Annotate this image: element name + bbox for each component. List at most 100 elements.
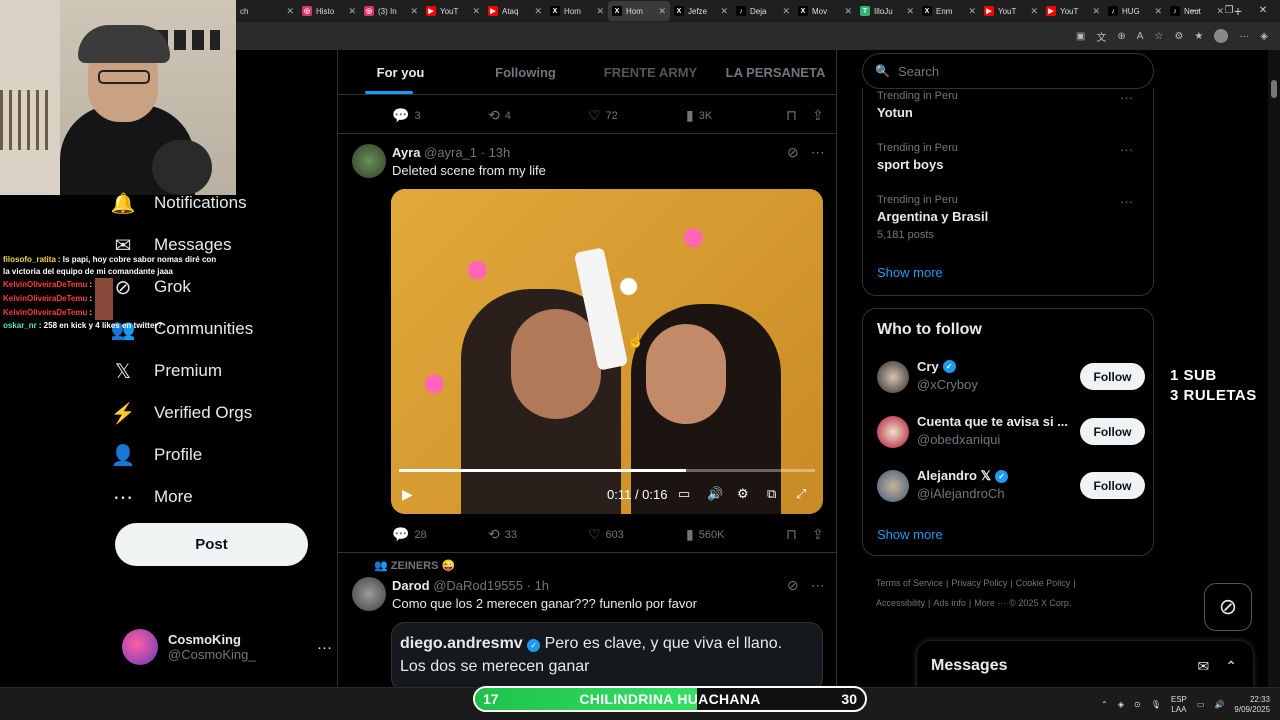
app-tray-icon[interactable]: ⊙ — [1134, 700, 1141, 709]
tab-for-you[interactable]: For you — [338, 50, 463, 94]
favorite-star-icon[interactable]: ☆ — [1154, 31, 1163, 42]
compose-message-icon[interactable]: ✉ — [1198, 658, 1210, 675]
browser-tab[interactable]: ♪ Deja ✕ — [732, 1, 794, 21]
expand-icon[interactable]: ⌃ — [1225, 658, 1237, 675]
play-icon[interactable]: ▶ — [402, 486, 413, 503]
tweet-time[interactable]: · 1h — [527, 578, 549, 593]
close-icon[interactable]: ✕ — [596, 6, 604, 17]
extension-icon[interactable]: ⚙ — [1174, 31, 1183, 42]
browser-tab[interactable]: T IlloJu ✕ — [856, 1, 918, 21]
more-dots-icon[interactable]: ··· — [1120, 90, 1133, 105]
bookmark-button[interactable]: ⊓ — [786, 526, 797, 543]
footer-link[interactable]: Privacy Policy — [951, 578, 1007, 588]
scrollbar[interactable] — [1268, 50, 1280, 687]
trend-item[interactable]: Trending in Peru sport boys ··· — [877, 142, 1141, 172]
sidebar-item-notifications[interactable]: 🔔 Notifications — [110, 186, 247, 220]
more-dots-icon[interactable]: ⋯ — [811, 577, 825, 594]
close-icon[interactable]: ✕ — [844, 6, 852, 17]
close-icon[interactable]: ✕ — [906, 6, 914, 17]
bookmark-button[interactable]: ⊓ — [786, 107, 797, 124]
close-icon[interactable]: ✕ — [410, 6, 418, 17]
monitor-icon[interactable]: ▭ — [1197, 700, 1205, 709]
browser-tab[interactable]: ▶ YouT ✕ — [422, 1, 484, 21]
volume-icon[interactable]: 🔊 — [707, 486, 723, 502]
volume-tray-icon[interactable]: 🔊 — [1214, 700, 1224, 709]
mic-tray-icon[interactable]: 🎙 — [1151, 700, 1161, 709]
app-icon[interactable]: ▣ — [1076, 31, 1085, 42]
grok-fab-icon[interactable]: ⊘ — [1204, 583, 1252, 631]
chevron-up-icon[interactable]: ⌃ — [1101, 700, 1108, 709]
captions-icon[interactable]: ▭ — [678, 486, 690, 502]
browser-tab[interactable]: X Hom ✕ — [546, 1, 608, 21]
trend-item[interactable]: Trending in Peru Yotun ··· — [877, 90, 1141, 120]
tab-following[interactable]: Following — [463, 50, 588, 94]
avatar[interactable] — [877, 416, 909, 448]
show-more-link[interactable]: Show more — [877, 527, 943, 542]
sidebar-item-profile[interactable]: 👤 Profile — [110, 438, 203, 472]
browser-tab[interactable]: ▶ Ataq ✕ — [484, 1, 546, 21]
profile-avatar[interactable] — [1214, 29, 1229, 43]
follow-button[interactable]: Follow — [1080, 418, 1145, 445]
settings-gear-icon[interactable]: ⚙ — [737, 486, 749, 502]
footer-link[interactable]: Accessibility — [876, 598, 925, 608]
translate-icon[interactable]: 文 — [1096, 29, 1106, 44]
browser-tab[interactable]: ♪ HUG ✕ — [1104, 1, 1166, 21]
favorites-icon[interactable]: ★ — [1194, 31, 1203, 42]
close-icon[interactable]: ✕ — [286, 6, 294, 17]
tweet-time[interactable]: · 13h — [481, 145, 511, 160]
more-dots-icon[interactable]: ··· — [1120, 142, 1133, 157]
footer-link[interactable]: © 2025 X Corp. — [1009, 598, 1071, 608]
close-icon[interactable]: ✕ — [782, 6, 790, 17]
scrollbar-thumb[interactable] — [1271, 80, 1277, 98]
picture-in-picture-icon[interactable]: ⧉ — [767, 486, 776, 502]
close-icon[interactable]: ✕ — [720, 6, 728, 17]
tab-frente-army[interactable]: FRENTE ARMY — [588, 50, 713, 94]
clock[interactable]: 22:33 9/09/2025 — [1234, 695, 1270, 715]
zoom-icon[interactable]: ⊕ — [1117, 31, 1125, 42]
share-button[interactable]: ⇪ — [812, 107, 824, 124]
footer-link[interactable]: Terms of Service — [876, 578, 943, 588]
footer-link[interactable]: More ··· — [974, 598, 1006, 608]
grok-icon[interactable]: ⊘ — [787, 144, 799, 161]
like-button[interactable]: ♡ 72 — [588, 107, 618, 124]
more-dots-icon[interactable]: ··· — [1120, 194, 1133, 209]
follow-suggestion[interactable]: Cuenta que te avisa si ... @obedxaniqui … — [877, 414, 1145, 450]
close-icon[interactable]: ✕ — [1030, 6, 1038, 17]
follow-button[interactable]: Follow — [1080, 472, 1145, 499]
browser-tab[interactable]: ◎ Histo ✕ — [298, 1, 360, 21]
minimize-icon[interactable]: — — [1178, 0, 1212, 22]
quoted-tweet[interactable]: diego.andresmv ✓ Pero es clave, y que vi… — [391, 622, 823, 692]
close-icon[interactable]: ✕ — [658, 6, 666, 17]
more-dots-icon[interactable]: ··· — [317, 639, 332, 656]
tab-la-persaneta[interactable]: LA PERSANETA — [713, 50, 836, 94]
fullscreen-icon[interactable]: ⤢ — [796, 486, 806, 502]
video-player[interactable]: ▶ 0:11 / 0:16 ▭ 🔊 ⚙ ⧉ ⤢ — [391, 189, 823, 514]
post-button[interactable]: Post — [115, 523, 308, 566]
language-indicator[interactable]: ESP LAA — [1171, 695, 1187, 715]
read-aloud-icon[interactable]: A — [1137, 31, 1144, 42]
browser-tab[interactable]: X Hom ✕ — [608, 1, 670, 21]
browser-tab[interactable]: ◎ (3) In ✕ — [360, 1, 422, 21]
browser-tab[interactable]: X Jefze ✕ — [670, 1, 732, 21]
footer-link[interactable]: Ads info — [933, 598, 966, 608]
avatar[interactable] — [352, 144, 386, 178]
sidebar-item-premium[interactable]: 𝕏 Premium — [110, 354, 222, 388]
reply-button[interactable]: 💬 28 — [392, 526, 427, 543]
follow-suggestion[interactable]: Cry ✓ @xCryboy Follow — [877, 359, 1145, 395]
like-button[interactable]: ♡ 603 — [588, 526, 624, 543]
close-icon[interactable]: ✕ — [1154, 6, 1162, 17]
copilot-icon[interactable]: ◈ — [1260, 31, 1268, 42]
search-input[interactable] — [897, 63, 1138, 79]
avatar[interactable] — [877, 470, 909, 502]
share-button[interactable]: ⇪ — [812, 526, 824, 543]
account-switcher[interactable]: CosmoKing @CosmoKing_ ··· — [122, 628, 332, 666]
browser-tab[interactable]: ▶ YouT ✕ — [980, 1, 1042, 21]
close-icon[interactable]: ✕ — [472, 6, 480, 17]
sidebar-item-more[interactable]: ⋯ More — [110, 480, 193, 514]
author-name[interactable]: Ayra — [392, 145, 420, 160]
author-handle[interactable]: @DaRod19555 — [433, 578, 523, 593]
author-handle[interactable]: @ayra_1 — [424, 145, 477, 160]
views-button[interactable]: ▮ 560K — [686, 526, 724, 543]
messages-drawer[interactable]: Messages ✉ ⌃ — [917, 641, 1253, 691]
maximize-icon[interactable]: ❐ — [1212, 0, 1246, 22]
